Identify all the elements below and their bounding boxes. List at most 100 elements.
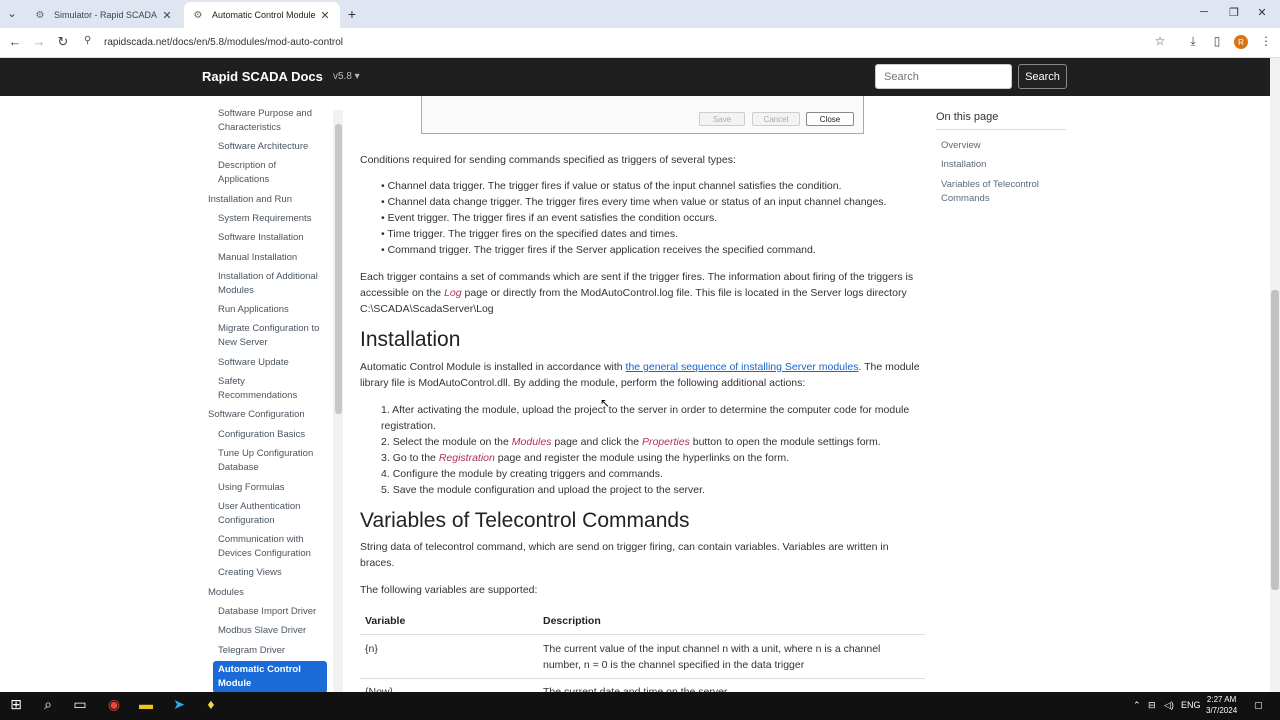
side-panel-icon[interactable]: ▯ [1208, 34, 1226, 48]
bookmark-star-icon[interactable]: ☆ [1151, 34, 1169, 48]
list-item: • Command trigger. The trigger fires if … [381, 244, 816, 256]
trigger-log-paragraph: Each trigger contains a set of commands … [360, 269, 930, 317]
close-icon[interactable]: ✕ [160, 9, 174, 22]
table-cell: {Now} [365, 686, 394, 692]
close-icon[interactable]: ✕ [318, 9, 332, 22]
sidebar-item[interactable]: System Requirements [218, 212, 328, 226]
browser-toolbar: ← → ↻ rapidscada.net/docs/en/5.8/modules… [0, 28, 1280, 58]
minimize-icon[interactable]: ─ [1196, 6, 1212, 18]
sidebar-item-active[interactable]: Automatic Control Module [213, 661, 327, 692]
sidebar-item[interactable]: Database Import Driver [218, 605, 328, 619]
installing-modules-link[interactable]: the general sequence of installing Serve… [626, 361, 859, 373]
sidebar-item[interactable]: Software Architecture [218, 140, 328, 154]
text: Select the module on the [392, 436, 512, 448]
sidebar-item[interactable]: Safety Recommendations [218, 375, 308, 403]
installation-paragraph: Automatic Control Module is installed in… [360, 359, 920, 391]
emphasis-registration: Registration [438, 452, 495, 464]
sidebar-item[interactable]: Telegram Driver [218, 644, 328, 658]
notifications-icon[interactable]: ▢ [1254, 700, 1263, 711]
list-item: 3. Go to the Registration page and regis… [381, 452, 790, 464]
sidebar-item[interactable]: Tune Up Configuration Database [218, 447, 328, 475]
back-icon[interactable]: ← [6, 34, 24, 49]
variables-supported-text: The following variables are supported: [360, 584, 538, 596]
sidebar-item[interactable]: Modbus Slave Driver [218, 624, 328, 638]
page-scrollbar-thumb[interactable] [1271, 290, 1279, 590]
list-item: • Time trigger. The trigger fires on the… [381, 228, 679, 240]
toc-title: On this page [936, 111, 999, 123]
restore-icon[interactable]: ❐ [1226, 6, 1242, 19]
sidebar-item[interactable]: Using Formulas [218, 481, 328, 495]
sidebar-item[interactable]: Configuration Basics [218, 428, 328, 442]
clock-time: 2:27 AM [1206, 695, 1237, 704]
tab-label: Automatic Control Module - Ra [212, 10, 318, 20]
site-info-icon[interactable]: ⚲ [84, 35, 91, 46]
triggers-intro: Conditions required for sending commands… [360, 154, 736, 166]
search-button[interactable]: Search [1018, 64, 1067, 89]
text: Go to the [392, 452, 439, 464]
list-item-text: Configure the module by creating trigger… [392, 468, 663, 480]
lightbulb-icon[interactable]: ♦ [201, 696, 221, 712]
network-icon[interactable]: ⊟ [1148, 700, 1156, 711]
sidebar-item[interactable]: Software Installation [218, 231, 328, 245]
toc-link-variables[interactable]: Variables of Telecontrol Commands [941, 178, 1061, 206]
language-indicator[interactable]: ENG [1181, 700, 1201, 710]
telegram-icon[interactable]: ➤ [169, 696, 189, 713]
windows-start-icon[interactable]: ⊞ [6, 696, 26, 713]
sidebar-nav: Software Purpose and Characteristics Sof… [198, 96, 332, 692]
table-cell: The current date and time on the server [543, 686, 728, 692]
search-input[interactable] [875, 64, 1012, 89]
sidebar-item[interactable]: Installation and Run [208, 193, 328, 207]
tab-simulator[interactable]: ⚙ Simulator - Rapid SCADA ✕ [26, 2, 182, 28]
list-item: • Channel data trigger. The trigger fire… [381, 180, 842, 192]
sidebar-item[interactable]: Manual Installation [218, 251, 328, 265]
forward-icon[interactable]: → [30, 34, 48, 49]
list-item: 4. Configure the module by creating trig… [381, 468, 663, 480]
sidebar-item[interactable]: Creating Views [218, 566, 328, 580]
sidebar-item[interactable]: Run Applications [218, 303, 328, 317]
menu-kebab-icon[interactable]: ⋮ [1257, 34, 1275, 48]
tab-automatic-control[interactable]: ⚙ Automatic Control Module - Ra ✕ [184, 2, 340, 28]
sidebar-item[interactable]: Software Purpose and Characteristics [218, 107, 328, 135]
window-close-icon[interactable]: ✕ [1254, 6, 1270, 19]
sidebar-scrollbar-thumb[interactable] [335, 124, 342, 414]
sidebar-item[interactable]: User Authentication Configuration [218, 500, 313, 528]
version-dropdown[interactable]: v5.8 ▾ [333, 71, 360, 82]
sidebar-item[interactable]: Installation of Additional Modules [218, 270, 328, 298]
file-explorer-icon[interactable]: ▬ [136, 696, 156, 712]
list-item-text: Channel data trigger. The trigger fires … [387, 180, 842, 192]
gear-icon: ⚙ [193, 9, 203, 21]
table-cell: {n} [365, 643, 378, 655]
sidebar-item[interactable]: Migrate Configuration to New Server [218, 322, 328, 350]
search-icon[interactable]: ⌕ [38, 696, 58, 713]
new-tab-icon[interactable]: + [344, 6, 360, 22]
task-view-icon[interactable]: ▭ [70, 696, 90, 713]
sidebar-item[interactable]: Modules [208, 586, 328, 600]
browser-tab-strip: ⌄ ⚙ Simulator - Rapid SCADA ✕ ⚙ Automati… [0, 0, 1280, 28]
avatar[interactable]: R [1234, 35, 1248, 49]
toc-link-installation[interactable]: Installation [941, 158, 986, 172]
emphasis-properties: Properties [641, 436, 690, 448]
variables-paragraph: String data of telecontrol command, whic… [360, 541, 889, 569]
tab-search-icon[interactable]: ⌄ [4, 7, 20, 20]
sidebar-item[interactable]: Communication with Devices Configuration [218, 533, 328, 561]
site-brand[interactable]: Rapid SCADA Docs [202, 69, 323, 84]
volume-icon[interactable]: ◁) [1164, 700, 1174, 711]
list-item-text: Channel data change trigger. The trigger… [387, 196, 887, 208]
address-bar[interactable]: rapidscada.net/docs/en/5.8/modules/mod-a… [80, 31, 1180, 53]
chrome-icon[interactable]: ◉ [104, 696, 124, 713]
tray-chevron-icon[interactable]: ⌃ [1133, 700, 1141, 711]
list-item: 2. Select the module on the Modules page… [381, 436, 881, 448]
windows-taskbar [0, 692, 1280, 720]
download-icon[interactable]: ⤓ [1184, 34, 1202, 49]
system-clock[interactable]: 2:27 AM 3/7/2024 [1206, 694, 1237, 716]
text: Automatic Control Module is installed in… [360, 361, 626, 373]
toc-link-overview[interactable]: Overview [941, 139, 981, 153]
text: button to open the module settings form. [689, 436, 881, 448]
clock-date: 3/7/2024 [1206, 706, 1238, 715]
divider [360, 634, 925, 635]
reload-icon[interactable]: ↻ [54, 34, 72, 50]
sidebar-item[interactable]: Software Configuration [208, 408, 328, 422]
sidebar-item[interactable]: Software Update [218, 356, 328, 370]
table-header: Variable [365, 615, 406, 627]
sidebar-item[interactable]: Description of Applications [218, 159, 308, 187]
